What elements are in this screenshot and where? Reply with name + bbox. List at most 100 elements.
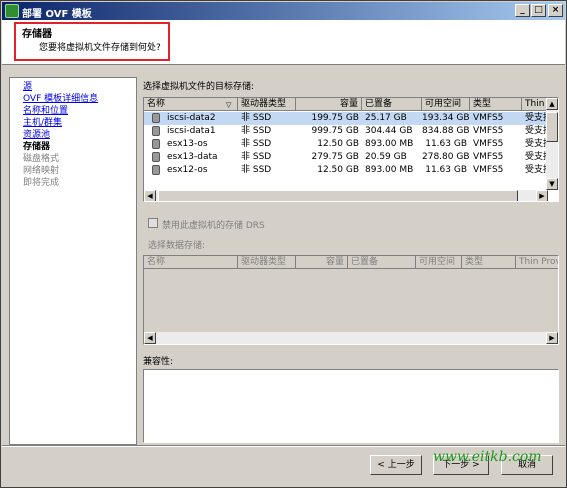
page-title: 存储器 xyxy=(22,29,52,40)
ds-col-type: 类型 xyxy=(462,256,516,269)
back-button[interactable]: < 上一步 xyxy=(370,455,422,475)
ds-col-provisioned: 已置备 xyxy=(348,256,416,269)
dialog-window: 部署 OVF 模板 _ □ × 存储器 您要将虚拟机文件存储到何处? 源 OVF… xyxy=(0,0,567,488)
step-host-cluster[interactable]: 主机/群集 xyxy=(23,117,62,129)
step-disk-format: 磁盘格式 xyxy=(23,154,60,164)
cell-thin: 受支持 xyxy=(525,152,548,162)
ds-col-drive: 驱动器类型 xyxy=(238,256,296,269)
app-icon xyxy=(5,4,19,18)
scroll-down-button[interactable]: ▼ xyxy=(546,178,558,190)
cell-free: 193.34 GB xyxy=(422,113,470,123)
ds-col-capacity: 容量 xyxy=(296,256,348,269)
cell-capacity: 199.75 GB xyxy=(311,113,359,123)
col-type[interactable]: 类型 xyxy=(470,98,522,111)
table-row[interactable]: esx12-os 非 SSD 12.50 GB 893.00 MB 11.63 GB VM… xyxy=(144,164,548,177)
cell-free: 11.63 GB xyxy=(425,165,467,175)
drs-checkbox-label: 禁用此虚拟机的存储 DRS xyxy=(162,221,265,231)
col-free[interactable]: 可用空间 xyxy=(422,98,470,111)
step-source[interactable]: 源 xyxy=(23,81,32,93)
cell-type: VMFS5 xyxy=(473,152,504,162)
ds-col-name: 名称 xyxy=(144,256,238,269)
watermark: www.eitkb.com xyxy=(433,449,542,465)
datastore-icon xyxy=(152,165,160,175)
cell-name: iscsi-data2 xyxy=(167,113,216,123)
scroll-up-button[interactable]: ▲ xyxy=(546,98,558,110)
cell-free: 11.63 GB xyxy=(425,139,467,149)
maximize-button[interactable]: □ xyxy=(531,4,546,17)
cell-capacity: 12.50 GB xyxy=(317,139,359,149)
col-provisioned[interactable]: 已置备 xyxy=(362,98,422,111)
horizontal-scrollbar[interactable]: ◀ ▶ xyxy=(144,190,548,201)
close-button[interactable]: × xyxy=(548,4,563,17)
cell-type: VMFS5 xyxy=(473,139,504,149)
col-drive[interactable]: 驱动器类型 xyxy=(238,98,296,111)
datastore-icon xyxy=(152,126,160,136)
step-network-mapping: 网络映射 xyxy=(23,166,60,176)
cell-thin: 受支持 xyxy=(525,113,548,123)
storage-table: 名称 ▽ 驱动器类型 容量 已置备 可用空间 类型 Thin P iscsi-d… xyxy=(143,97,559,202)
cell-drive: 非 SSD xyxy=(241,113,272,123)
cell-name: esx13-os xyxy=(167,139,208,149)
compat-box xyxy=(143,369,559,443)
ds-scroll-left-button: ◀ xyxy=(144,332,156,344)
storage-label: 选择虚拟机文件的目标存储: xyxy=(143,82,255,92)
cell-provisioned: 893.00 MB xyxy=(365,165,414,175)
compat-label: 兼容性: xyxy=(143,357,174,367)
scroll-left-button[interactable]: ◀ xyxy=(144,190,156,201)
page-subtitle: 您要将虚拟机文件存储到何处? xyxy=(39,43,161,53)
hscroll-thumb[interactable] xyxy=(158,190,518,201)
cell-type: VMFS5 xyxy=(473,113,504,123)
datastore-icon xyxy=(152,113,160,123)
cell-thin: 受支持 xyxy=(525,139,548,149)
cell-type: VMFS5 xyxy=(473,126,504,136)
drs-checkbox[interactable] xyxy=(148,218,158,228)
step-resource-pool[interactable]: 资源池 xyxy=(23,129,50,141)
content-panel: 选择虚拟机文件的目标存储: 名称 ▽ 驱动器类型 容量 已置备 可用空间 类型 … xyxy=(140,77,561,445)
cell-capacity: 279.75 GB xyxy=(311,152,359,162)
step-name-location[interactable]: 名称和位置 xyxy=(23,105,68,117)
ds-col-free: 可用空间 xyxy=(416,256,462,269)
minimize-button[interactable]: _ xyxy=(515,4,530,17)
cell-capacity: 999.75 GB xyxy=(311,126,359,136)
vertical-scrollbar[interactable]: ▲ ▼ xyxy=(546,98,558,190)
cell-provisioned: 304.44 GB xyxy=(365,126,413,136)
col-name[interactable]: 名称 xyxy=(144,98,238,111)
footer-divider xyxy=(2,445,565,447)
scroll-thumb[interactable] xyxy=(546,112,558,142)
cell-name: esx12-os xyxy=(167,165,208,175)
cell-capacity: 12.50 GB xyxy=(317,165,359,175)
wizard-header: 存储器 您要将虚拟机文件存储到何处? xyxy=(2,20,565,65)
step-storage: 存储器 xyxy=(23,142,51,152)
ds-scroll-right-button: ▶ xyxy=(546,332,558,344)
datastore-icon xyxy=(152,152,160,162)
cell-free: 278.80 GB xyxy=(422,152,470,162)
datastore-table: 名称 驱动器类型 容量 已置备 可用空间 类型 Thin Provis ◀ ▶ xyxy=(143,255,559,345)
wizard-steps: 源 OVF 模板详细信息 名称和位置 主机/群集 资源池 存储器 磁盘格式 网络… xyxy=(9,77,137,445)
cell-name: iscsi-data1 xyxy=(167,126,216,136)
cell-name: esx13-data xyxy=(167,152,218,162)
title-bar: 部署 OVF 模板 _ □ × xyxy=(2,2,565,20)
col-thin[interactable]: Thin P xyxy=(522,98,548,111)
cell-type: VMFS5 xyxy=(473,165,504,175)
cell-drive: 非 SSD xyxy=(241,165,272,175)
table-row[interactable]: iscsi-data1 非 SSD 999.75 GB 304.44 GB 834.88… xyxy=(144,125,548,138)
cell-thin: 受支持 xyxy=(525,165,548,175)
cell-free: 834.88 GB xyxy=(422,126,470,136)
sort-down-icon: ▽ xyxy=(226,101,232,109)
ds-col-thin: Thin Provis xyxy=(516,256,558,269)
cell-drive: 非 SSD xyxy=(241,152,272,162)
cell-drive: 非 SSD xyxy=(241,139,272,149)
cell-drive: 非 SSD xyxy=(241,126,272,136)
table-row[interactable]: esx13-os 非 SSD 12.50 GB 893.00 MB 11.63 GB VM… xyxy=(144,138,548,151)
col-capacity[interactable]: 容量 xyxy=(296,98,362,111)
window-title: 部署 OVF 模板 xyxy=(22,9,92,20)
datastore-label: 选择数据存储: xyxy=(148,241,206,251)
datastore-icon xyxy=(152,139,160,149)
table-row[interactable]: esx13-data 非 SSD 279.75 GB 20.59 GB 278.80 G… xyxy=(144,151,548,164)
table-row[interactable]: iscsi-data2 非 SSD 199.75 GB 25.17 GB 193.34 … xyxy=(144,112,548,125)
step-ovf-details[interactable]: OVF 模板详细信息 xyxy=(23,93,98,105)
scroll-right-button[interactable]: ▶ xyxy=(536,190,548,201)
cell-provisioned: 20.59 GB xyxy=(365,152,407,162)
cell-thin: 受支持 xyxy=(525,126,548,136)
step-ready-complete: 即将完成 xyxy=(23,178,60,188)
